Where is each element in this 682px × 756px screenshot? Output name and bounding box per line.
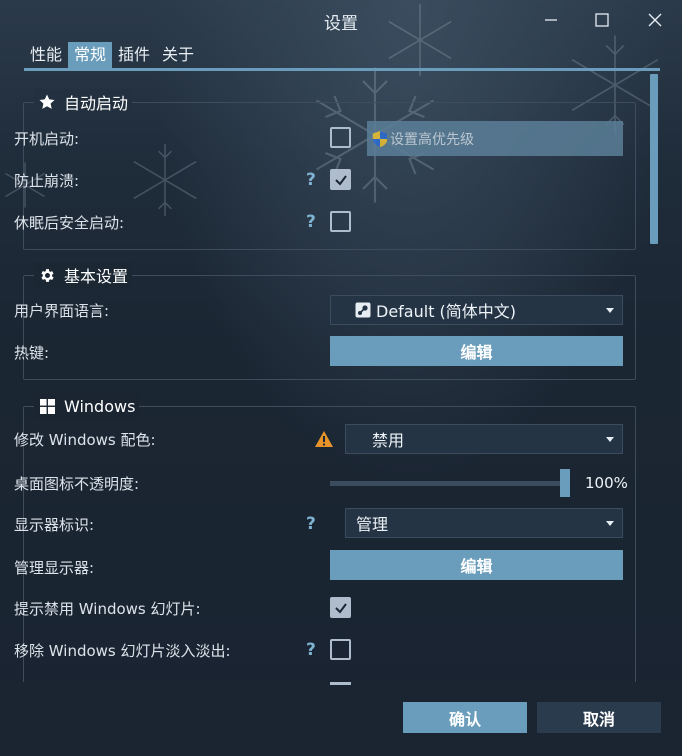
title-bar: 设置 — [0, 0, 682, 40]
window-title: 设置 — [324, 14, 358, 34]
safe-start-after-sleep-label: 休眠后安全启动: — [14, 214, 125, 232]
display-id-select[interactable]: 管理 — [345, 508, 623, 538]
maximize-icon — [595, 13, 609, 27]
uac-shield-icon — [372, 130, 388, 147]
display-id-label: 显示器标识: — [14, 516, 95, 534]
tab-performance[interactable]: 性能 — [24, 42, 68, 68]
display-id-value: 管理 — [356, 515, 389, 534]
ui-language-label: 用户界面语言: — [14, 302, 110, 320]
scrollbar-thumb[interactable] — [650, 74, 658, 244]
opacity-slider-track[interactable] — [330, 481, 566, 486]
minimize-button[interactable] — [537, 6, 565, 34]
desktop-icon-opacity-label: 桌面图标不透明度: — [14, 475, 140, 493]
chevron-down-icon — [606, 437, 614, 442]
help-icon[interactable]: ? — [306, 170, 316, 190]
checkmark-icon — [334, 174, 347, 186]
boot-start-checkbox[interactable] — [330, 127, 351, 148]
tab-plugins[interactable]: 插件 — [112, 42, 156, 68]
slideshow-hint-checkbox[interactable] — [330, 597, 351, 618]
group-title-windows: Windows — [34, 393, 140, 419]
slideshow-hint-label: 提示禁用 Windows 幻灯片: — [14, 600, 201, 618]
group-title-autostart: 自动启动 — [34, 89, 133, 115]
manage-display-label: 管理显示器: — [14, 559, 95, 577]
slideshow-fade-checkbox[interactable] — [330, 639, 351, 660]
hotkey-label: 热键: — [14, 344, 50, 362]
prevent-crash-label: 防止崩溃: — [14, 172, 80, 190]
minimize-icon — [545, 19, 557, 21]
settings-window: 设置 性能 常规 插件 关于 自动启动 开机启动: 设置高优先级 防止崩溃: ?… — [0, 0, 682, 756]
set-high-priority-label: 设置高优先级 — [390, 131, 474, 148]
warning-icon — [315, 431, 333, 447]
group-title-text: Windows — [64, 396, 136, 416]
windows-color-label: 修改 Windows 配色: — [14, 431, 156, 449]
safe-start-after-sleep-checkbox[interactable] — [330, 211, 351, 232]
gear-icon — [38, 266, 56, 284]
group-title-text: 自动启动 — [64, 94, 129, 113]
set-high-priority-button[interactable]: 设置高优先级 — [367, 121, 623, 156]
opacity-slider-thumb[interactable] — [560, 469, 570, 497]
chevron-down-icon — [606, 308, 614, 313]
windows-color-select[interactable]: 禁用 — [345, 424, 623, 454]
manage-display-edit-button[interactable]: 编辑 — [330, 550, 623, 580]
partial-checkbox-edge — [330, 682, 351, 685]
steam-logo-icon — [355, 302, 371, 318]
slideshow-fade-label: 移除 Windows 幻灯片淡入淡出: — [14, 642, 231, 660]
maximize-button[interactable] — [588, 6, 616, 34]
help-icon[interactable]: ? — [306, 514, 316, 534]
help-icon[interactable]: ? — [306, 212, 316, 232]
close-icon — [648, 13, 662, 27]
prevent-crash-checkbox[interactable] — [330, 169, 351, 190]
boot-start-label: 开机启动: — [14, 130, 80, 148]
help-icon[interactable]: ? — [306, 640, 316, 660]
opacity-value: 100% — [585, 474, 628, 492]
group-title-basic: 基本设置 — [34, 262, 133, 288]
checkmark-icon — [334, 602, 347, 614]
cancel-button[interactable]: 取消 — [537, 702, 661, 733]
ok-button[interactable]: 确认 — [403, 702, 527, 733]
group-title-text: 基本设置 — [64, 267, 129, 286]
tab-about[interactable]: 关于 — [156, 42, 200, 68]
windows-logo-icon — [38, 397, 56, 415]
tab-general[interactable]: 常规 — [68, 42, 113, 68]
hotkey-edit-button[interactable]: 编辑 — [330, 336, 623, 366]
ui-language-value: Default (简体中文) — [376, 302, 517, 321]
tab-underline — [24, 68, 660, 71]
tab-bar: 性能 常规 插件 关于 — [24, 42, 200, 68]
star-icon — [38, 93, 56, 111]
ui-language-select[interactable]: Default (简体中文) — [330, 295, 623, 325]
chevron-down-icon — [606, 521, 614, 526]
close-button[interactable] — [641, 6, 669, 34]
windows-color-value: 禁用 — [372, 431, 405, 450]
